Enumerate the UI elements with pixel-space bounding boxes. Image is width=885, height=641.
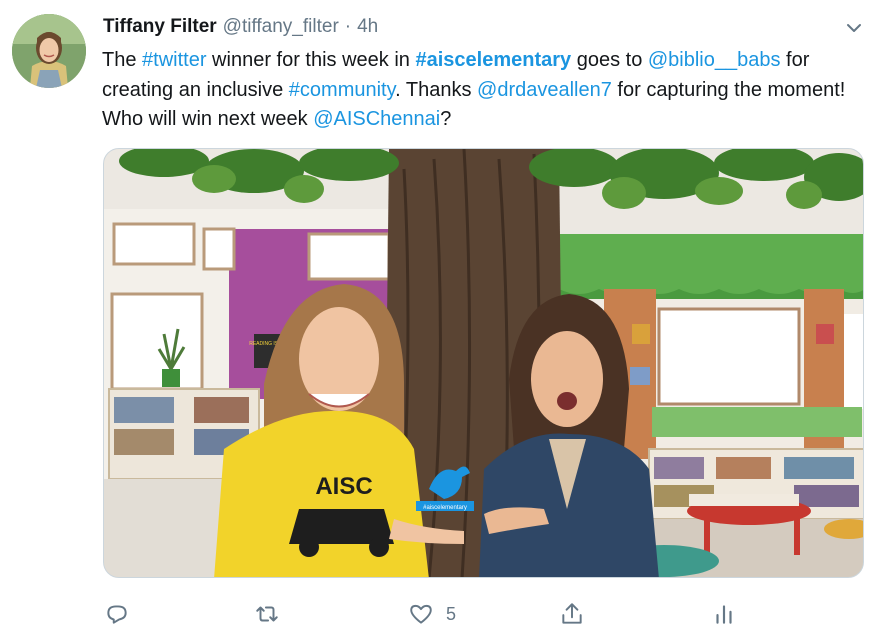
more-options-button[interactable] [840,14,868,42]
text-segment: ? [440,108,452,130]
hashtag-aiscelementary[interactable]: #aiscelementary [415,49,571,71]
share-icon [562,603,582,624]
text-segment: goes to [571,49,648,71]
shirt-text: AISC [315,473,372,500]
tweet-actions: 5 [100,594,750,634]
user-handle[interactable]: @tiffany_filter [223,16,339,38]
chevron-down-icon [847,24,861,32]
analytics-button[interactable] [711,594,737,634]
reply-icon [107,605,127,624]
mention-aischennai[interactable]: @AISChennai [313,108,440,130]
text-segment: The [102,49,143,71]
heart-icon [410,604,432,624]
text-segment: . Thanks [395,78,478,101]
like-count: 5 [446,603,457,624]
mention-drdaveallen7[interactable]: @drdaveallen7 [477,79,612,101]
retweet-icon [256,606,278,622]
tweet-header: Tiffany Filter @tiffany_filter · 4h [103,16,378,42]
like-button[interactable]: 5 [408,594,456,634]
avatar-image [12,14,86,88]
timestamp[interactable]: 4h [357,16,378,38]
separator-dot: · [344,16,352,37]
display-name[interactable]: Tiffany Filter [103,16,217,38]
hashtag-community[interactable]: #community [289,79,395,101]
retweet-button[interactable] [254,594,280,634]
avatar[interactable] [12,14,86,88]
tweet-photo[interactable]: READING IS LIT AISC #aiscelementary [103,148,864,578]
trophy-text: #aiscelementary [423,505,467,511]
library-photo: READING IS LIT AISC #aiscelementary [104,149,863,577]
tweet: Tiffany Filter @tiffany_filter · 4h The … [0,0,885,641]
share-button[interactable] [559,594,585,634]
mention-biblio-babs[interactable]: @biblio__babs [648,49,781,71]
hashtag-twitter[interactable]: #twitter [142,49,206,71]
tweet-text: The #twitter winner for this week in #ai… [102,46,872,135]
text-segment: winner for this week in [206,49,416,71]
reply-button[interactable] [104,594,130,634]
analytics-icon [716,605,732,624]
